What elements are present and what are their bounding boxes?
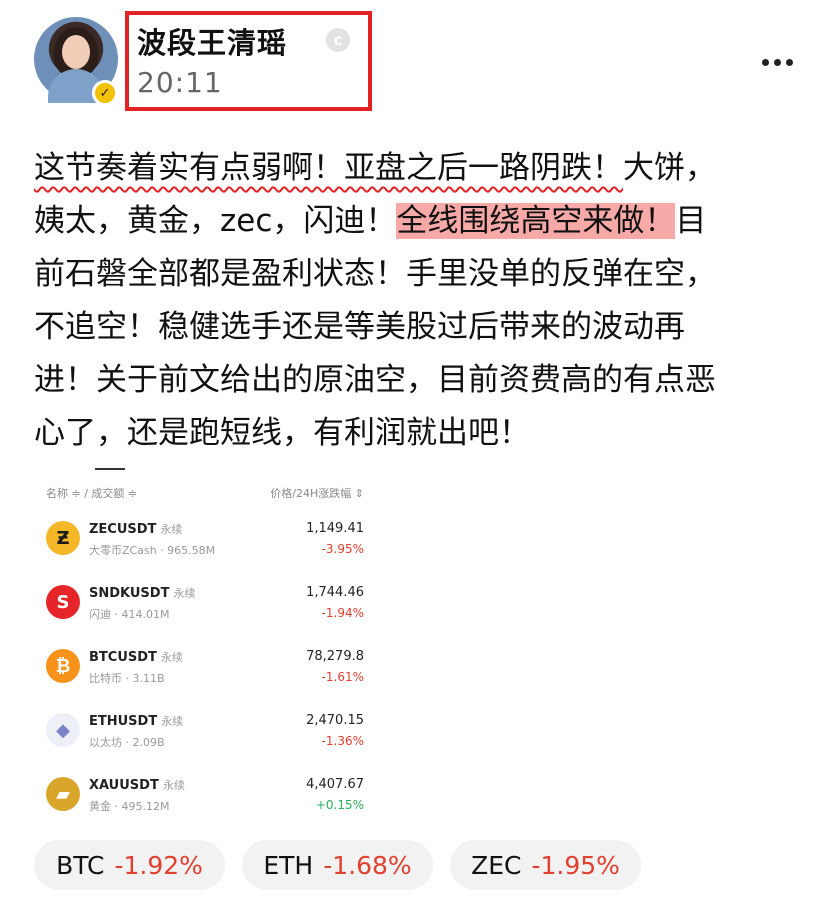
market-subtitle: 比特币 · 3.11B bbox=[89, 672, 165, 685]
market-change: -3.95% bbox=[321, 542, 364, 556]
market-row[interactable]: ▰ XAUUSDT 永续 黄金 · 495.12M 4,407.67 +0.15% bbox=[40, 770, 370, 830]
post-content: 这节奏着实有点弱啊！亚盘之后一路阴跌！大饼， 姨太，黄金，zec，闪迪！全线围绕… bbox=[34, 142, 804, 460]
user-badge-icon: c bbox=[326, 28, 350, 52]
market-price: 1,744.46 bbox=[306, 585, 364, 600]
zcash-icon: Ƶ bbox=[46, 521, 80, 555]
market-subtitle: 黄金 · 495.12M bbox=[89, 800, 170, 813]
market-price: 2,470.15 bbox=[306, 713, 364, 728]
market-price: 4,407.67 bbox=[306, 777, 364, 792]
post-line: 姨太，黄金，zec，闪迪！全线围绕高空来做！目 bbox=[34, 203, 707, 239]
gold-icon: ▰ bbox=[46, 777, 80, 811]
market-subtitle: 大零币ZCash · 965.58M bbox=[89, 544, 216, 557]
sandisk-icon: S bbox=[46, 585, 80, 619]
author-name[interactable]: 波段王清瑶 bbox=[137, 20, 287, 62]
post-line: 不追空！稳健选手还是等美股过后带来的波动再 bbox=[34, 309, 685, 345]
market-symbol: ETHUSDT 永续 bbox=[89, 714, 184, 729]
market-change: -1.36% bbox=[321, 734, 364, 748]
market-symbol: BTCUSDT 永续 bbox=[89, 650, 183, 665]
post-line: 这节奏着实有点弱啊！亚盘之后一路阴跌！大饼， bbox=[34, 150, 716, 186]
market-symbol: XAUUSDT 永续 bbox=[89, 778, 185, 793]
market-price: 78,279.8 bbox=[306, 649, 364, 664]
column-header-name: 名称 ≑ / 成交额 ≑ bbox=[46, 487, 138, 500]
market-change: +0.15% bbox=[315, 798, 364, 812]
post-line: 进！关于前文给出的原油空，目前资费高的有点恶 bbox=[34, 362, 716, 398]
market-row[interactable]: ◆ ETHUSDT 永续 以太坊 · 2.09B 2,470.15 -1.36% bbox=[40, 706, 370, 766]
ticker-pill-zec[interactable]: ZEC -1.95% bbox=[450, 840, 641, 890]
ticker-pill-eth[interactable]: ETH -1.68% bbox=[242, 840, 433, 890]
market-row[interactable]: Ƶ ZECUSDT 永续大零币ZCash · 965.58M 1,149.41 -3.9… bbox=[40, 514, 370, 574]
verified-badge-icon: ✓ bbox=[92, 80, 118, 106]
market-subtitle: 以太坊 · 2.09B bbox=[89, 736, 165, 749]
highlighted-text: 全线围绕高空来做！ bbox=[396, 203, 676, 239]
market-row[interactable]: S SNDKUSDT 永续 闪迪 · 414.01M 1,744.46 -1.94% bbox=[40, 578, 370, 638]
market-row[interactable]: ₿ BTCUSDT 永续 比特币 · 3.11B 78,279.8 -1.61% bbox=[40, 642, 370, 702]
post-line: 心了，还是跑短线，有利润就出吧！ bbox=[34, 415, 530, 451]
market-list-image[interactable]: 名称 ≑ / 成交额 ≑ 价格/24H涨跌幅 ⇕ Ƶ ZECUSDT 永续大零币ZC… bbox=[40, 468, 370, 820]
market-price: 1,149.41 bbox=[306, 521, 364, 536]
ethereum-icon: ◆ bbox=[46, 713, 80, 747]
post-time: 20:11 bbox=[137, 66, 223, 99]
market-subtitle: 闪迪 · 414.01M bbox=[89, 608, 170, 621]
market-change: -1.61% bbox=[321, 670, 364, 684]
market-symbol: ZECUSDT 永续 bbox=[89, 522, 183, 537]
market-change: -1.94% bbox=[321, 606, 364, 620]
bitcoin-icon: ₿ bbox=[46, 649, 80, 683]
post-line: 前石磐全部都是盈利状态！手里没单的反弹在空， bbox=[34, 256, 716, 292]
column-header-price: 价格/24H涨跌幅 ⇕ bbox=[270, 487, 364, 500]
ticker-pill-btc[interactable]: BTC -1.92% bbox=[34, 840, 225, 890]
market-symbol: SNDKUSDT 永续 bbox=[89, 586, 196, 601]
wavy-underlined-text: 这节奏着实有点弱啊！亚盘之后一路阴跌！ bbox=[34, 150, 623, 186]
more-options-icon[interactable] bbox=[762, 59, 794, 67]
